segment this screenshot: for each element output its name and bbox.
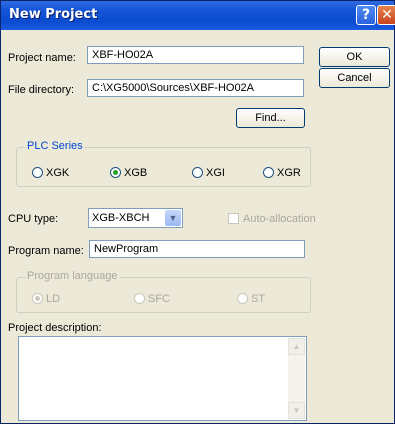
find-button[interactable]: Find...: [236, 108, 305, 128]
radio-xgr-label: XGR: [277, 167, 301, 179]
ok-button[interactable]: OK: [319, 47, 390, 67]
radio-st[interactable]: ST: [237, 293, 265, 305]
project-description-input[interactable]: ▲ ▼: [18, 336, 307, 421]
scroll-up-arrow-icon[interactable]: ▲: [288, 338, 305, 355]
chevron-down-icon[interactable]: ▼: [165, 210, 181, 226]
radio-st-label: ST: [251, 293, 266, 305]
cpu-type-value: XGB-XBCH: [92, 212, 150, 224]
radio-xgi-label: XGI: [206, 167, 225, 179]
radio-xgb[interactable]: XGB: [110, 167, 147, 179]
project-description-label: Project description:: [8, 322, 102, 334]
title-bar[interactable]: New Project ? ✕: [1, 1, 395, 30]
radio-ld[interactable]: LD: [32, 293, 60, 305]
close-icon: ✕: [381, 7, 393, 23]
scroll-down-arrow-icon[interactable]: ▼: [288, 402, 305, 419]
dialog-title: New Project: [9, 7, 98, 22]
file-directory-label: File directory:: [8, 84, 75, 96]
cpu-type-select[interactable]: XGB-XBCH ▼: [88, 208, 183, 228]
program-name-label: Program name:: [8, 245, 84, 257]
radio-selected-icon: [110, 167, 121, 178]
project-name-input[interactable]: XBF-HO02A: [87, 46, 304, 64]
radio-circle-icon: [134, 293, 145, 304]
plc-series-title: PLC Series: [25, 140, 85, 152]
cancel-button[interactable]: Cancel: [319, 68, 390, 88]
radio-selected-icon: [32, 293, 43, 304]
checkbox-icon: [228, 213, 239, 224]
program-name-input[interactable]: NewProgram: [89, 240, 305, 258]
new-project-dialog: New Project ? ✕ Project name: XBF-HO02A …: [0, 0, 395, 424]
radio-circle-icon: [192, 167, 203, 178]
radio-ld-label: LD: [46, 293, 61, 305]
radio-circle-icon: [237, 293, 248, 304]
auto-allocation-checkbox[interactable]: Auto-allocation: [228, 213, 316, 225]
file-directory-input[interactable]: C:\XG5000\Sources\XBF-HO02A: [87, 79, 304, 97]
radio-sfc[interactable]: SFC: [134, 293, 170, 305]
radio-xgk[interactable]: XGK: [32, 167, 69, 179]
radio-xgk-label: XGK: [46, 167, 70, 179]
help-button[interactable]: ?: [356, 5, 376, 25]
radio-circle-icon: [32, 167, 43, 178]
radio-xgb-label: XGB: [124, 167, 148, 179]
help-icon: ?: [361, 7, 371, 23]
program-language-title: Program language: [25, 270, 120, 282]
project-name-label: Project name:: [8, 52, 76, 64]
cpu-type-label: CPU type:: [8, 213, 59, 225]
radio-xgr[interactable]: XGR: [263, 167, 301, 179]
description-scrollbar[interactable]: ▲ ▼: [288, 338, 305, 419]
radio-xgi[interactable]: XGI: [192, 167, 225, 179]
close-button[interactable]: ✕: [377, 5, 395, 25]
radio-sfc-label: SFC: [148, 293, 170, 305]
radio-circle-icon: [263, 167, 274, 178]
auto-allocation-label: Auto-allocation: [243, 213, 316, 225]
